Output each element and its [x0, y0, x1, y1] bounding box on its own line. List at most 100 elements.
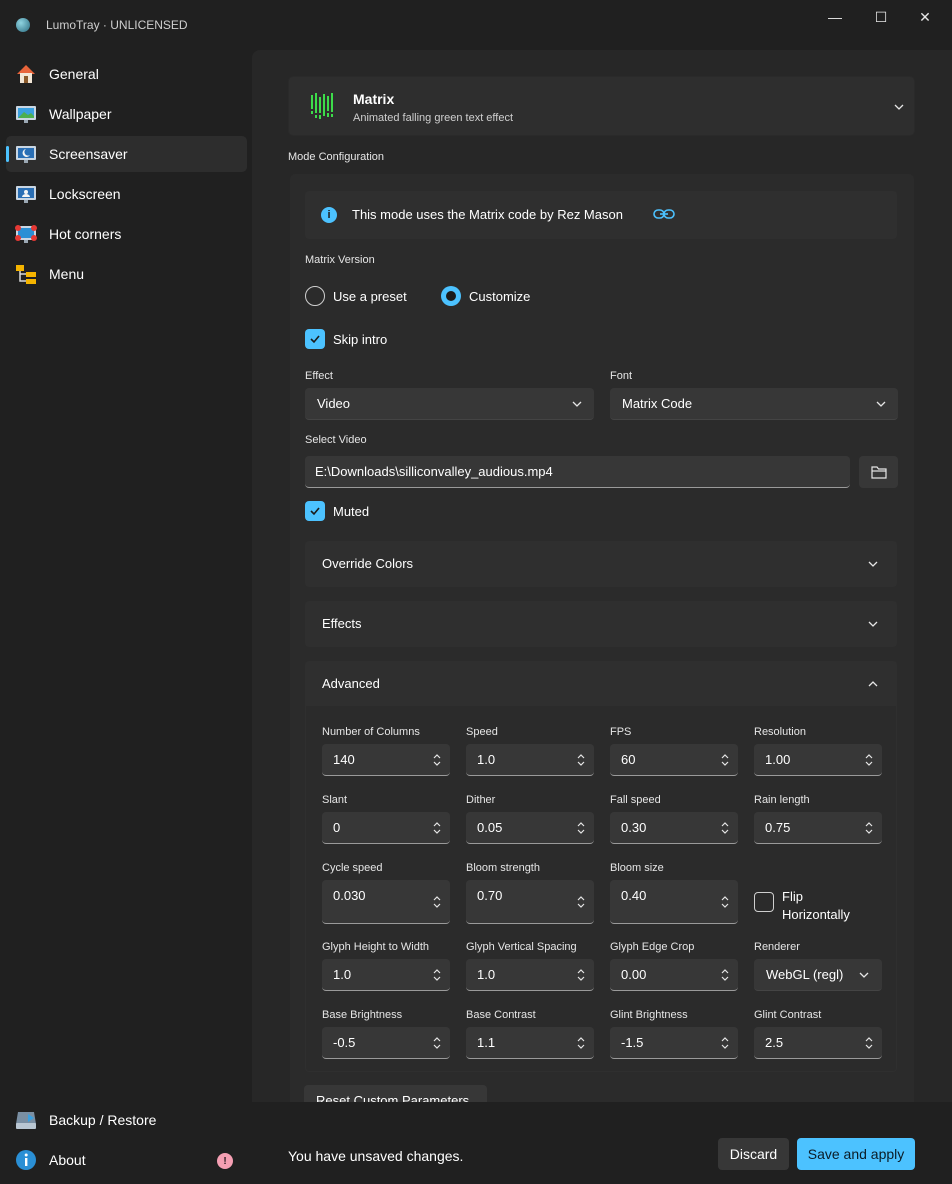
select-video-label: Select Video [305, 434, 367, 446]
bloom-strength-value: 0.70 [477, 888, 503, 903]
sidebar-item-label: Backup / Restore [49, 1112, 157, 1128]
spinner-icon[interactable] [720, 1036, 730, 1050]
spinner-icon[interactable] [432, 968, 442, 982]
sidebar-item-lockscreen[interactable]: Lockscreen [6, 176, 247, 212]
base-brightness-label: Base Brightness [322, 1009, 403, 1021]
link-icon[interactable] [653, 206, 675, 222]
spinner-icon[interactable] [720, 895, 730, 909]
slant-label: Slant [322, 794, 348, 806]
sidebar-item-wallpaper[interactable]: Wallpaper [6, 96, 247, 132]
video-path-input[interactable]: E:\Downloads\silliconvalley_audious.mp4 [305, 456, 850, 488]
sidebar-item-label: Hot corners [49, 226, 122, 242]
number-of-columns-input[interactable]: 140 [322, 744, 450, 776]
flip-horizontally-checkbox[interactable] [754, 892, 774, 912]
fps-input[interactable]: 60 [610, 744, 738, 776]
slant-input[interactable]: 0 [322, 812, 450, 844]
backup-icon [16, 1112, 36, 1129]
resolution-label: Resolution [754, 726, 806, 738]
advanced-expander[interactable]: Advanced [305, 661, 897, 707]
reset-custom-parameters-button[interactable]: Reset Custom Parameters [304, 1085, 487, 1102]
spinner-icon[interactable] [432, 753, 442, 767]
glyph-height-to-width-input[interactable]: 1.0 [322, 959, 450, 991]
flip-label-line1: Flip [782, 889, 803, 904]
advanced-settings: Number of Columns 140 Speed 1.0 FPS 60 R… [305, 706, 897, 1072]
bloom-size-input[interactable]: 0.40 [610, 880, 738, 924]
glint-contrast-label: Glint Contrast [754, 1009, 822, 1021]
customize-radio[interactable] [441, 286, 461, 306]
spinner-icon[interactable] [864, 1036, 874, 1050]
spinner-icon[interactable] [720, 968, 730, 982]
glyph-vertical-spacing-input[interactable]: 1.0 [466, 959, 594, 991]
sidebar-item-menu[interactable]: Menu [6, 256, 247, 292]
override-colors-expander[interactable]: Override Colors [305, 541, 897, 587]
sidebar: General Wallpaper Screensaver Lockscreen… [0, 50, 252, 1184]
info-circle-icon: i [321, 207, 337, 223]
bloom-strength-input[interactable]: 0.70 [466, 880, 594, 924]
spinner-icon[interactable] [720, 821, 730, 835]
sidebar-item-backup-restore[interactable]: Backup / Restore [6, 1102, 247, 1138]
spinner-icon[interactable] [576, 753, 586, 767]
speed-value: 1.0 [477, 752, 496, 767]
dither-input[interactable]: 0.05 [466, 812, 594, 844]
sidebar-item-screensaver[interactable]: Screensaver [6, 136, 247, 172]
dither-label: Dither [466, 794, 496, 806]
cycle-speed-input[interactable]: 0.030 [322, 880, 450, 924]
glint-brightness-input[interactable]: -1.5 [610, 1027, 738, 1059]
number-of-columns-value: 140 [333, 752, 355, 767]
spinner-icon[interactable] [864, 753, 874, 767]
renderer-select[interactable]: WebGL (regl) [754, 959, 882, 991]
skip-intro-label: Skip intro [333, 332, 388, 347]
maximize-button[interactable]: ☐ [866, 6, 896, 28]
browse-folder-button[interactable] [859, 456, 898, 488]
glyph-edge-crop-input[interactable]: 0.00 [610, 959, 738, 991]
sidebar-item-hot-corners[interactable]: Hot corners [6, 216, 247, 252]
font-label: Font [610, 370, 633, 382]
base-brightness-input[interactable]: -0.5 [322, 1027, 450, 1059]
close-button[interactable]: ✕ [910, 6, 940, 28]
effects-label: Effects [322, 616, 362, 631]
muted-checkbox[interactable] [305, 501, 325, 521]
sidebar-item-label: Wallpaper [49, 106, 112, 122]
glint-contrast-input[interactable]: 2.5 [754, 1027, 882, 1059]
spinner-icon[interactable] [432, 895, 442, 909]
glyph-vertical-spacing-label: Glyph Vertical Spacing [466, 941, 577, 953]
effects-expander[interactable]: Effects [305, 601, 897, 647]
fall-speed-input[interactable]: 0.30 [610, 812, 738, 844]
fall-speed-value: 0.30 [621, 820, 647, 835]
base-contrast-input[interactable]: 1.1 [466, 1027, 594, 1059]
resolution-input[interactable]: 1.00 [754, 744, 882, 776]
discard-button[interactable]: Discard [718, 1138, 789, 1170]
checkmark-icon [310, 507, 320, 516]
spinner-icon[interactable] [720, 753, 730, 767]
rain-length-label: Rain length [754, 794, 810, 806]
skip-intro-checkbox[interactable] [305, 329, 325, 349]
effect-select[interactable]: Video [305, 388, 594, 420]
spinner-icon[interactable] [576, 895, 586, 909]
menu-icon [16, 265, 36, 284]
minimize-button[interactable]: — [820, 6, 850, 28]
sidebar-item-general[interactable]: General [6, 56, 247, 92]
effect-value: Video [317, 396, 351, 411]
save-and-apply-button[interactable]: Save and apply [797, 1138, 915, 1170]
spinner-icon[interactable] [576, 821, 586, 835]
spinner-icon[interactable] [432, 1036, 442, 1050]
spinner-icon[interactable] [432, 821, 442, 835]
font-select[interactable]: Matrix Code [610, 388, 898, 420]
glint-contrast-value: 2.5 [765, 1035, 784, 1050]
use-preset-radio[interactable] [305, 286, 325, 306]
rain-length-input[interactable]: 0.75 [754, 812, 882, 844]
lockscreen-icon [16, 186, 36, 203]
sidebar-item-label: Menu [49, 266, 85, 282]
spinner-icon[interactable] [864, 821, 874, 835]
spinner-icon[interactable] [576, 968, 586, 982]
wallpaper-icon [16, 106, 36, 123]
sidebar-item-about[interactable]: About ! [6, 1142, 247, 1178]
mode-selector[interactable]: Matrix Animated falling green text effec… [288, 76, 915, 136]
matrix-thumbnail-icon [309, 93, 335, 121]
glint-brightness-label: Glint Brightness [610, 1009, 688, 1021]
info-icon [16, 1150, 36, 1170]
app-title: LumoTray · UNLICENSED [46, 18, 188, 32]
bloom-size-value: 0.40 [621, 888, 647, 903]
spinner-icon[interactable] [576, 1036, 586, 1050]
speed-input[interactable]: 1.0 [466, 744, 594, 776]
